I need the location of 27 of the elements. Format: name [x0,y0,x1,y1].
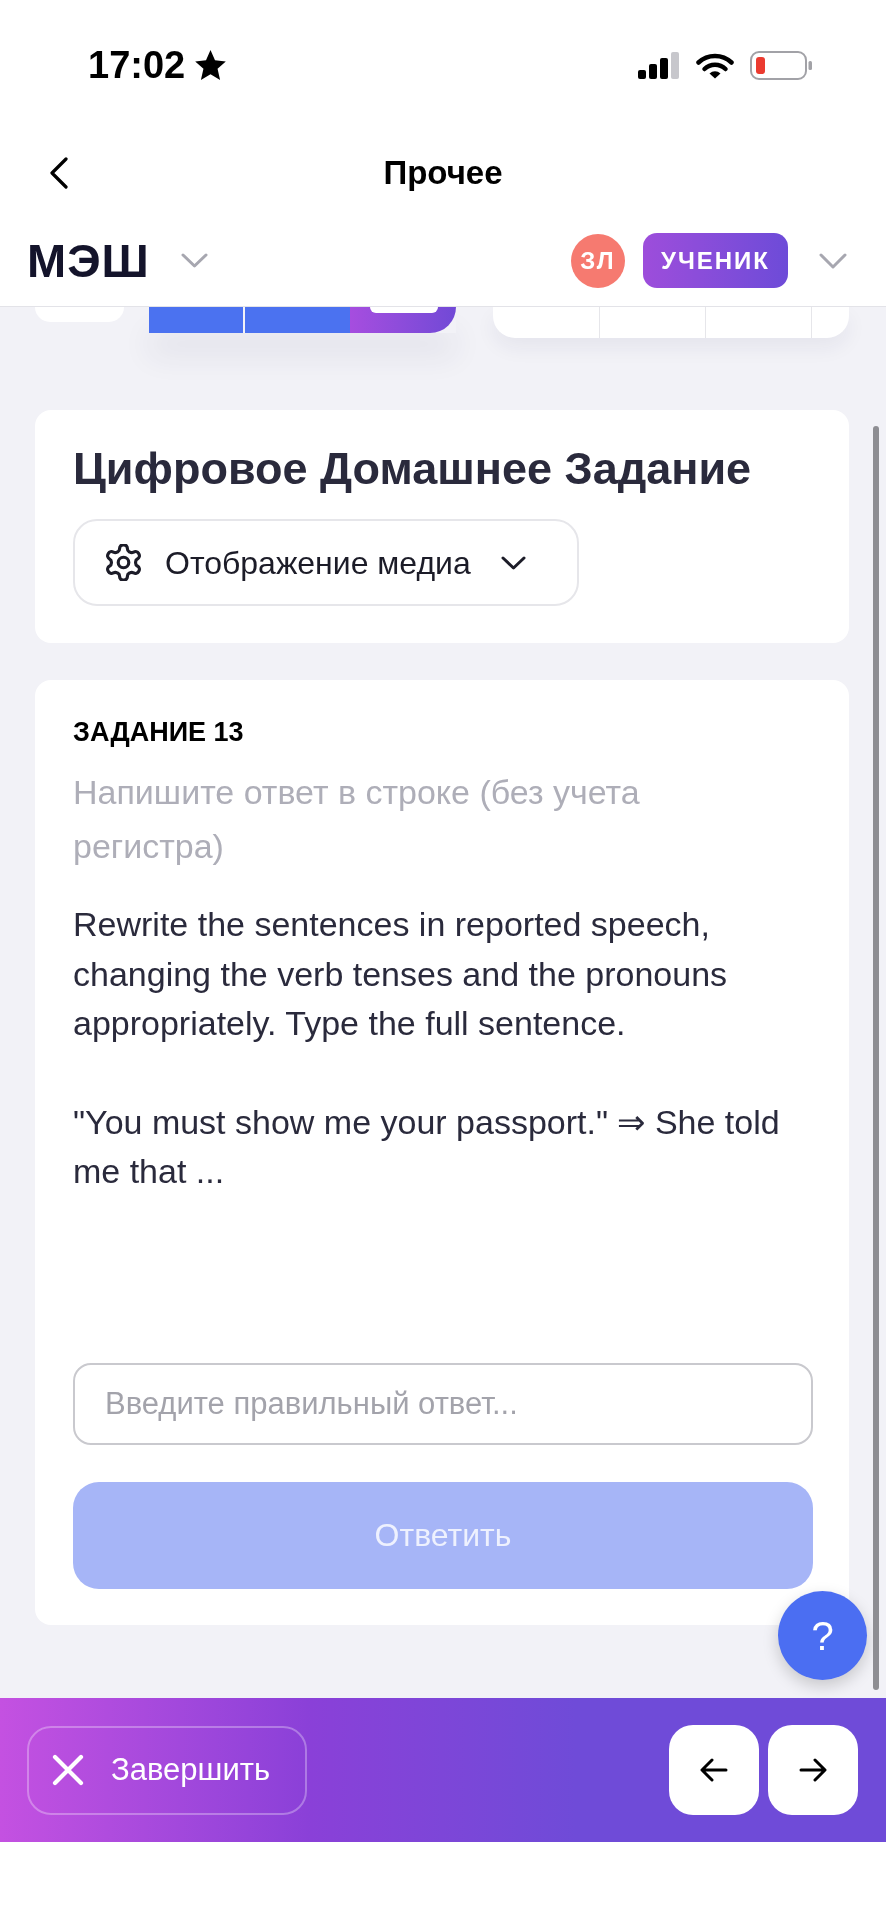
task-number: ЗАДАНИЕ 13 [73,716,245,748]
role-badge[interactable]: УЧЕНИК [642,233,788,288]
question-text: "You must show me your passport." ⇒ She told me that ... [73,1101,781,1192]
arrow-right-icon [799,1758,827,1782]
next-button[interactable] [768,1725,858,1815]
question-text: Rewrite the sentences in reported speech, changing the verb tenses and the pronouns appropriately. Type the full sentence. [73,904,729,1044]
page-title: Цифровое Домашнее Задание [73,443,752,495]
help-button[interactable]: ? [778,1591,867,1680]
arrow-left-icon [700,1758,728,1782]
wifi-icon [696,51,734,79]
previous-button[interactable] [669,1725,759,1815]
logo[interactable]: МЭШ [27,237,150,284]
finish-button[interactable]: Завершить [27,1725,307,1815]
status-time: 17:02 [88,46,186,84]
gear-icon [105,544,142,581]
screen-title: Прочее [383,152,503,193]
media-display-dropdown[interactable]: Отображение медиа [73,519,579,606]
battery-low-icon [750,50,812,80]
pill-fragment [370,307,438,313]
star-icon [195,50,227,80]
chevron-down-icon [500,555,526,570]
close-icon [52,1754,84,1786]
chevron-left-icon [49,156,69,189]
task-instruction: Напишите ответ в строке (без учета регистра) [73,772,641,867]
cellular-signal-icon [638,51,680,79]
user-avatar[interactable]: ЗЛ [570,233,625,288]
answer-field[interactable]: Введите правильный ответ... [73,1362,813,1445]
